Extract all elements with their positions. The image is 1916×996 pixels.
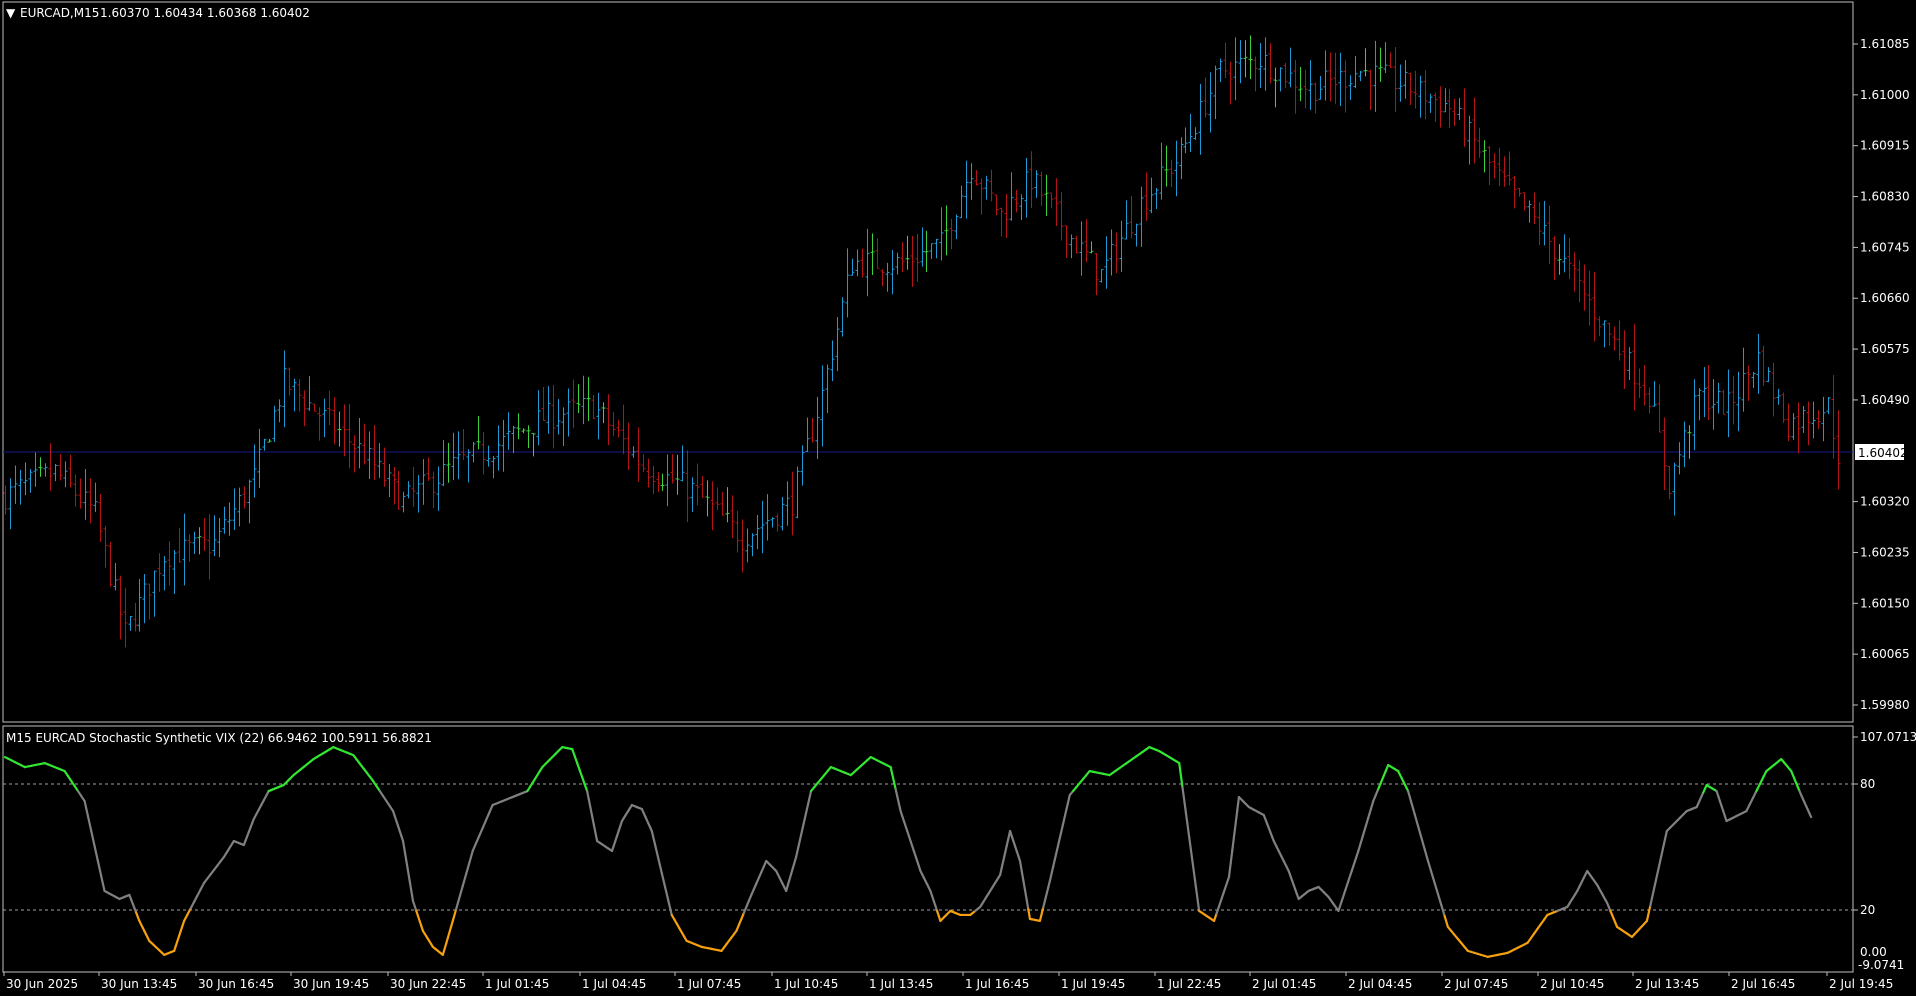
time-axis-label: 2 Jul 16:45 bbox=[1731, 977, 1795, 991]
time-axis-label: 2 Jul 01:45 bbox=[1252, 977, 1316, 991]
time-axis-label: 30 Jun 19:45 bbox=[293, 977, 369, 991]
time-axis-label: 2 Jul 19:45 bbox=[1829, 977, 1893, 991]
price-axis-label: 1.60065 bbox=[1860, 647, 1910, 661]
price-axis-label: 1.61000 bbox=[1860, 88, 1910, 102]
time-axis-label: 1 Jul 10:45 bbox=[774, 977, 838, 991]
time-axis-label: 30 Jun 16:45 bbox=[198, 977, 274, 991]
trading-chart[interactable]: 1.61085 1.61000 1.60915 1.60830 1.60745 1.606… bbox=[0, 0, 1916, 996]
time-axis-label: 1 Jul 16:45 bbox=[965, 977, 1029, 991]
time-axis-label: 2 Jul 10:45 bbox=[1540, 977, 1604, 991]
ind-axis-label-max: 107.0713 bbox=[1860, 730, 1916, 744]
price-axis-label: 1.61085 bbox=[1860, 37, 1910, 51]
collapse-triangle-icon[interactable]: ▼ bbox=[6, 6, 16, 20]
ohlc-values: 1.60370 1.60434 1.60368 1.60402 bbox=[100, 6, 310, 20]
price-axis-label: 1.59980 bbox=[1860, 698, 1910, 712]
price-axis-label: 1.60235 bbox=[1860, 545, 1910, 559]
ind-axis-label-min: -9.0741 bbox=[1858, 958, 1904, 972]
price-axis: 1.61085 1.61000 1.60915 1.60830 1.60745 1.606… bbox=[1853, 37, 1910, 712]
vix-line-segment bbox=[1808, 812, 1813, 819]
price-axis-label: 1.60575 bbox=[1860, 342, 1910, 356]
price-axis-label: 1.60660 bbox=[1860, 291, 1910, 305]
indicator-panel[interactable]: M15 EURCAD Stochastic Synthetic VIX (22)… bbox=[2, 725, 1916, 973]
time-axis-label: 1 Jul 13:45 bbox=[869, 977, 933, 991]
time-axis: 30 Jun 2025 30 Jun 13:45 30 Jun 16:45 30 Ju… bbox=[3, 972, 1893, 991]
time-axis-label: 1 Jul 19:45 bbox=[1061, 977, 1125, 991]
time-axis-label: 30 Jun 2025 bbox=[6, 977, 78, 991]
current-price-tag: 1.60402 bbox=[1858, 446, 1908, 460]
ind-axis-label-80: 80 bbox=[1860, 777, 1875, 791]
indicator-panel-background bbox=[2, 725, 1854, 973]
symbol-timeframe: EURCAD,M15 bbox=[20, 6, 99, 20]
time-axis-label: 2 Jul 07:45 bbox=[1444, 977, 1508, 991]
ind-axis-label-20: 20 bbox=[1860, 903, 1875, 917]
time-axis-label: 2 Jul 04:45 bbox=[1348, 977, 1412, 991]
price-axis-label: 1.60830 bbox=[1860, 190, 1910, 204]
price-axis-label: 1.60745 bbox=[1860, 240, 1910, 254]
time-axis-label: 1 Jul 04:45 bbox=[582, 977, 646, 991]
price-axis-label: 1.60150 bbox=[1860, 596, 1910, 610]
time-axis-label: 30 Jun 22:45 bbox=[390, 977, 466, 991]
time-axis-label: 30 Jun 13:45 bbox=[101, 977, 177, 991]
price-panel-background bbox=[2, 1, 1854, 723]
time-axis-label: 1 Jul 07:45 bbox=[677, 977, 741, 991]
time-axis-label: 1 Jul 01:45 bbox=[485, 977, 549, 991]
price-axis-label: 1.60320 bbox=[1860, 495, 1910, 509]
time-axis-label: 1 Jul 22:45 bbox=[1157, 977, 1221, 991]
price-axis-label: 1.60490 bbox=[1860, 393, 1910, 407]
indicator-header: M15 EURCAD Stochastic Synthetic VIX (22)… bbox=[6, 731, 432, 745]
time-axis-label: 2 Jul 13:45 bbox=[1635, 977, 1699, 991]
indicator-axis: 107.0713 80 20 0.00 -9.0741 bbox=[1853, 730, 1916, 972]
price-chart-panel[interactable]: 1.61085 1.61000 1.60915 1.60830 1.60745 1.606… bbox=[2, 1, 1910, 723]
ind-axis-label-zero: 0.00 bbox=[1860, 945, 1887, 959]
price-axis-label: 1.60915 bbox=[1860, 139, 1910, 153]
